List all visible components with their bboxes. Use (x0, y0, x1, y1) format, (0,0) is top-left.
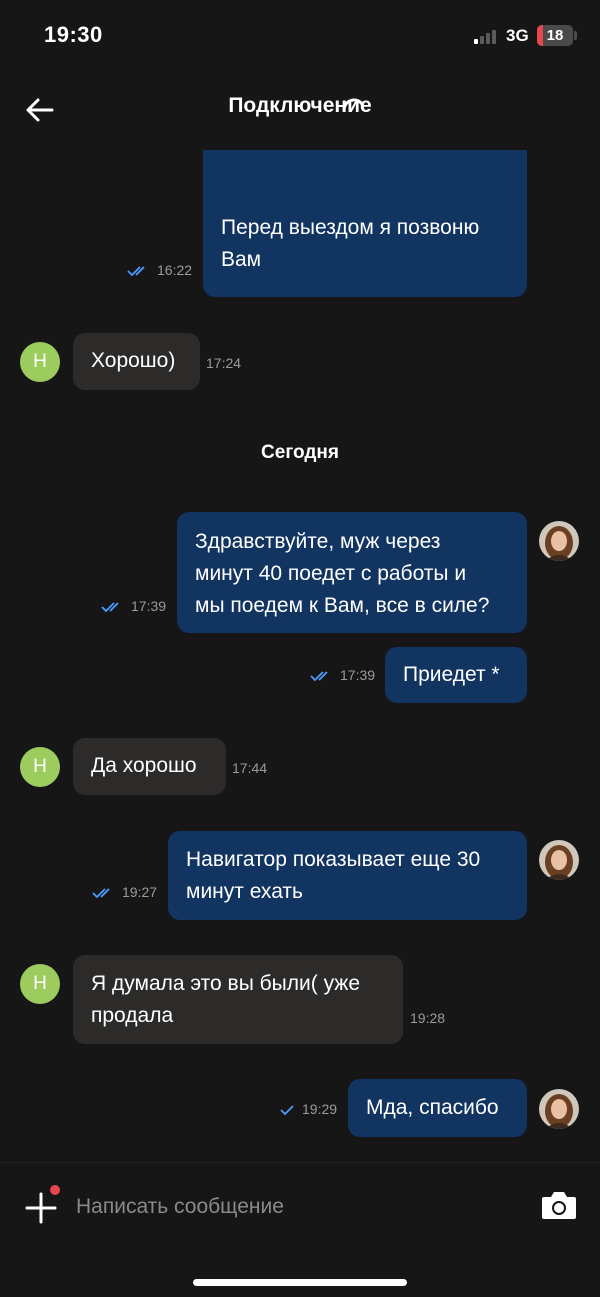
avatar[interactable]: Н (20, 747, 60, 787)
message-timestamp: 19:27 (92, 884, 157, 900)
avatar[interactable] (539, 521, 579, 561)
message-timestamp: 17:39 (101, 598, 166, 614)
message-text: Здравствуйте, муж через (195, 530, 441, 553)
message-time: 19:27 (122, 884, 158, 900)
avatar[interactable]: Н (20, 964, 60, 1004)
message-bubble-incoming[interactable]: Да хорошо (73, 738, 226, 795)
message-text: Я думала это вы были( уже (91, 972, 361, 995)
status-bar: 19:30 3G 18 (0, 0, 600, 72)
message-time: 17:39 (131, 598, 167, 614)
user-photo-icon (539, 1089, 579, 1129)
message-timestamp: 19:29 (280, 1101, 337, 1117)
message-text: Перед выездом я позвоню (221, 216, 480, 239)
user-photo-icon (539, 521, 579, 561)
message-timestamp: 17:44 (232, 760, 267, 776)
message-composer (0, 1162, 600, 1297)
message-bubble-outgoing[interactable]: Навигатор показывает еще 30 минут ехать (168, 831, 527, 920)
message-text: минут ехать (186, 880, 303, 903)
message-timestamp: 17:24 (206, 355, 241, 371)
message-time: 17:39 (340, 667, 376, 683)
message-text: мы поедем к Вам, все в силе? (195, 594, 490, 617)
message-text: минут 40 поедет с работы и (195, 562, 467, 585)
home-indicator[interactable] (193, 1279, 407, 1286)
day-separator: Сегодня (261, 442, 339, 463)
message-text: Да хорошо (91, 754, 197, 777)
double-check-icon (310, 671, 328, 682)
message-list[interactable]: Перед выездом я позвоню Вам 16:22 Н Хоро… (0, 150, 600, 1160)
battery-cap (574, 31, 577, 40)
spinner-icon (342, 98, 364, 112)
message-text: Вам (221, 248, 262, 271)
header-title-wrap: Подключение (0, 94, 600, 118)
message-time: 17:44 (232, 760, 268, 776)
chat-header: Подключение (0, 72, 600, 150)
message-text: Хорошо) (91, 349, 176, 372)
message-bubble-incoming[interactable]: Хорошо) (73, 333, 200, 390)
message-text: Мда, спасибо (366, 1096, 499, 1119)
message-input[interactable] (76, 1189, 516, 1225)
message-bubble-outgoing[interactable]: Здравствуйте, муж через минут 40 поедет … (177, 512, 527, 633)
signal-icon (474, 28, 496, 44)
message-text: продала (91, 1004, 174, 1027)
message-time: 17:24 (206, 355, 242, 371)
check-icon (280, 1105, 294, 1116)
message-bubble-outgoing[interactable]: Приедет * (385, 647, 527, 703)
notification-dot (48, 1183, 62, 1197)
avatar[interactable] (539, 1089, 579, 1129)
battery-level: 18 (546, 27, 564, 44)
avatar[interactable]: Н (20, 342, 60, 382)
status-time: 19:30 (44, 22, 103, 47)
message-text: Навигатор показывает еще 30 (186, 848, 481, 871)
battery-icon: 18 (537, 25, 573, 46)
message-text: Приедет * (403, 663, 500, 686)
network-type: 3G (506, 26, 529, 45)
double-check-icon (127, 266, 145, 277)
double-check-icon (101, 602, 119, 613)
message-bubble-incoming[interactable]: Я думала это вы были( уже продала (73, 955, 403, 1044)
avatar[interactable] (539, 840, 579, 880)
message-bubble-outgoing[interactable]: Мда, спасибо (348, 1079, 527, 1137)
message-time: 16:22 (157, 262, 193, 278)
message-time: 19:28 (410, 1010, 446, 1026)
message-timestamp: 19:28 (410, 1010, 445, 1026)
message-time: 19:29 (302, 1101, 338, 1117)
message-timestamp: 17:39 (310, 667, 375, 683)
user-photo-icon (539, 840, 579, 880)
message-timestamp: 16:22 (127, 262, 192, 278)
message-bubble-outgoing[interactable]: Перед выездом я позвоню Вам (203, 150, 527, 297)
double-check-icon (92, 888, 110, 899)
camera-icon[interactable] (540, 1189, 578, 1221)
